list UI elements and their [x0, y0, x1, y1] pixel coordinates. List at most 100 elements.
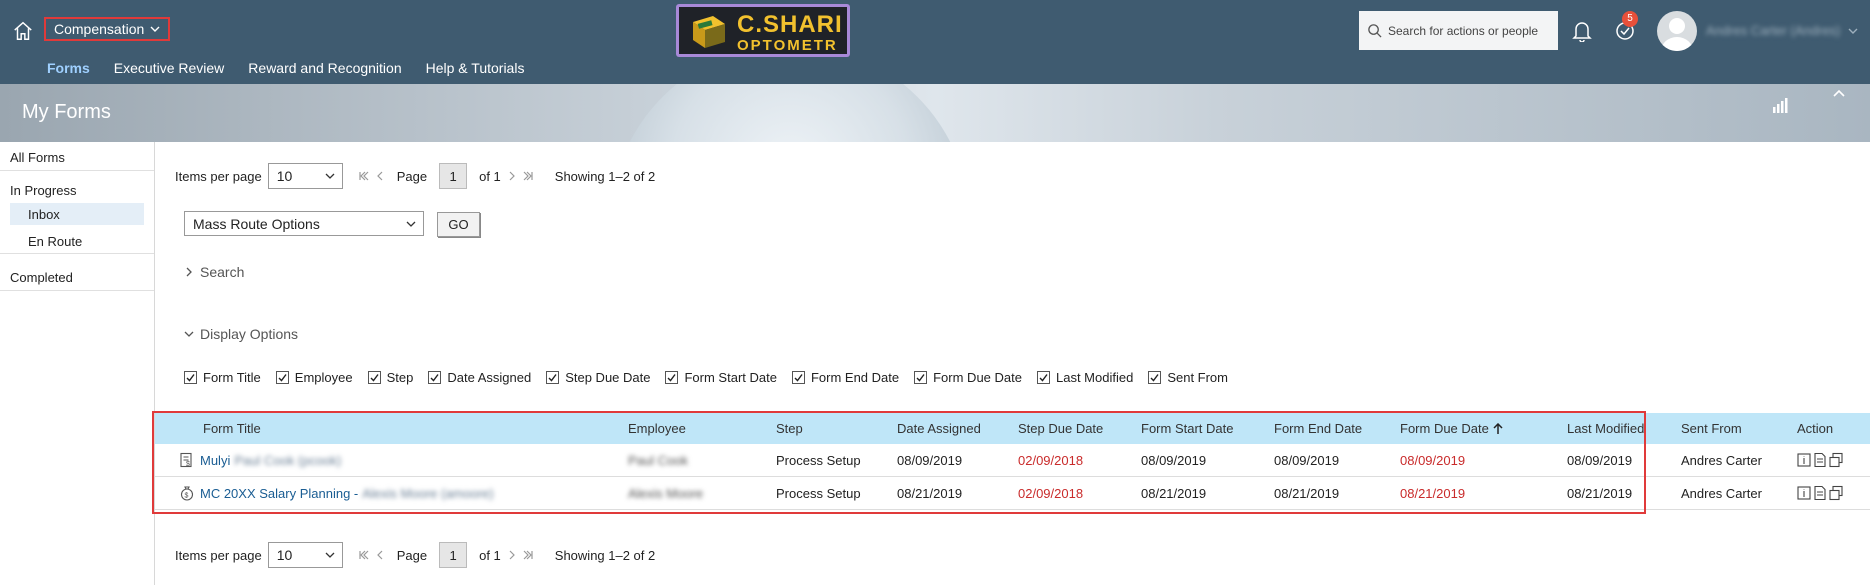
nav-help-tutorials[interactable]: Help & Tutorials — [426, 60, 525, 76]
copy-forms-icon[interactable] — [1829, 452, 1843, 468]
header-date-assigned[interactable]: Date Assigned — [897, 413, 981, 444]
checkbox-form-title[interactable]: Form Title — [184, 370, 261, 385]
sidebar-item-inbox[interactable]: Inbox — [28, 207, 60, 222]
checkbox-box[interactable] — [665, 371, 679, 384]
form-document-icon: $ — [180, 452, 192, 468]
next-page-icon[interactable] — [507, 550, 517, 560]
global-search-input[interactable]: Search for actions or people — [1359, 11, 1558, 50]
avatar[interactable] — [1657, 11, 1697, 51]
checkbox-label: Date Assigned — [447, 370, 532, 385]
display-options-checkboxes: Form Title Employee Step Date Assigned S… — [184, 370, 1243, 385]
banner-globe-graphic — [610, 84, 970, 142]
page-of-label: of 1 — [479, 547, 501, 563]
company-logo[interactable]: C.SHARI OPTOMETR — [676, 4, 850, 57]
checkbox-box[interactable] — [546, 371, 560, 384]
nav-reward-recognition[interactable]: Reward and Recognition — [248, 60, 401, 76]
form-title-link[interactable]: MC 20XX Salary Planning - — [200, 486, 358, 501]
info-icon[interactable] — [1797, 452, 1811, 468]
form-title-cell: $ Mulyi Paul Cook (pcook) — [179, 444, 341, 476]
mass-route-value: Mass Route Options — [193, 215, 320, 232]
sidebar-item-completed[interactable]: Completed — [10, 270, 73, 285]
chevron-up-icon[interactable] — [1832, 86, 1846, 100]
next-page-icon[interactable] — [507, 171, 517, 181]
form-start-date-cell: 08/21/2019 — [1141, 485, 1207, 501]
checkbox-box[interactable] — [791, 371, 805, 384]
checkbox-last-modified[interactable]: Last Modified — [1036, 370, 1133, 385]
mass-route-select[interactable]: Mass Route Options — [184, 211, 424, 236]
form-title-link[interactable]: Mulyi — [200, 453, 230, 468]
checkbox-form-due-date[interactable]: Form Due Date — [914, 370, 1022, 385]
checkbox-box[interactable] — [1148, 371, 1162, 384]
checkbox-employee[interactable]: Employee — [275, 370, 353, 385]
sent-from-cell: Andres Carter — [1681, 452, 1762, 468]
header-form-title[interactable]: Form Title — [203, 413, 261, 444]
sidebar-item-en-route[interactable]: En Route — [28, 234, 82, 249]
page-number-input[interactable]: 1 — [439, 542, 468, 568]
forms-table: Form Title Employee Step Date Assigned S… — [155, 413, 1870, 510]
page-navigation: Page 1 of 1 — [359, 163, 533, 189]
sidebar-item-in-progress[interactable]: In Progress — [10, 183, 76, 198]
checkbox-box[interactable] — [367, 371, 381, 384]
search-icon — [1368, 24, 1382, 38]
chevron-down-icon — [150, 26, 160, 32]
header-sent-from[interactable]: Sent From — [1681, 413, 1742, 444]
checkbox-label: Form Due Date — [933, 370, 1022, 385]
user-name[interactable]: Andres Carter (Andres) — [1706, 23, 1840, 38]
last-page-icon[interactable] — [523, 171, 533, 181]
header-form-end-date[interactable]: Form End Date — [1274, 413, 1362, 444]
copy-forms-icon[interactable] — [1829, 485, 1843, 501]
checkbox-box[interactable] — [275, 371, 289, 384]
first-page-icon[interactable] — [359, 550, 369, 560]
header-form-start-date[interactable]: Form Start Date — [1141, 413, 1233, 444]
nav-executive-review[interactable]: Executive Review — [114, 60, 225, 76]
checkbox-box[interactable] — [428, 371, 442, 384]
document-icon[interactable] — [1813, 452, 1827, 468]
header-step-due-date[interactable]: Step Due Date — [1018, 413, 1103, 444]
previous-page-icon[interactable] — [375, 550, 385, 560]
sort-ascending-icon[interactable] — [1493, 422, 1503, 435]
checkbox-box[interactable] — [184, 371, 197, 384]
checkbox-step-due-date[interactable]: Step Due Date — [546, 370, 650, 385]
items-per-page-select[interactable]: 10 — [267, 542, 343, 568]
header-step[interactable]: Step — [776, 413, 803, 444]
form-title-person-suffix[interactable]: Paul Cook (pcook) — [234, 453, 341, 468]
bar-chart-icon[interactable] — [1771, 96, 1789, 114]
search-toggle[interactable]: Search — [184, 264, 244, 280]
sidebar-item-all-forms[interactable]: All Forms — [10, 150, 65, 165]
checkbox-box[interactable] — [1036, 371, 1050, 384]
header-last-modified[interactable]: Last Modified — [1567, 413, 1644, 444]
page-number-input[interactable]: 1 — [439, 163, 468, 189]
showing-count: Showing 1–2 of 2 — [554, 547, 656, 563]
chevron-down-icon — [184, 331, 194, 337]
checkbox-date-assigned[interactable]: Date Assigned — [428, 370, 531, 385]
checkbox-form-end-date[interactable]: Form End Date — [791, 370, 899, 385]
checkmark-icon — [1039, 374, 1048, 382]
header-form-due-date-label: Form Due Date — [1400, 421, 1489, 436]
sidebar-divider — [0, 253, 154, 254]
checkbox-step[interactable]: Step — [367, 370, 413, 385]
home-icon[interactable] — [12, 20, 34, 42]
logo-text-line2: OPTOMETR — [737, 37, 838, 54]
todo-count-badge: 5 — [1622, 11, 1638, 27]
module-switcher-button[interactable]: Compensation — [44, 17, 171, 41]
bell-icon[interactable] — [1572, 20, 1592, 42]
chevron-down-icon — [325, 552, 335, 558]
chevron-down-icon — [406, 221, 416, 227]
checkbox-form-start-date[interactable]: Form Start Date — [665, 370, 777, 385]
display-options-toggle[interactable]: Display Options — [184, 326, 298, 342]
checkmark-icon — [430, 374, 439, 382]
info-icon[interactable] — [1797, 485, 1811, 501]
items-per-page-select[interactable]: 10 — [267, 163, 343, 189]
header-employee[interactable]: Employee — [628, 413, 686, 444]
form-title-person-suffix[interactable]: Alexis Moore (amoore) — [362, 486, 494, 501]
document-icon[interactable] — [1813, 485, 1827, 501]
checkbox-sent-from[interactable]: Sent From — [1148, 370, 1228, 385]
go-button[interactable]: GO — [437, 212, 480, 237]
checkbox-box[interactable] — [914, 371, 928, 384]
last-page-icon[interactable] — [523, 550, 533, 560]
chevron-down-icon[interactable] — [1848, 26, 1858, 36]
first-page-icon[interactable] — [359, 171, 369, 181]
header-form-due-date[interactable]: Form Due Date — [1400, 413, 1503, 444]
nav-forms[interactable]: Forms — [47, 60, 90, 76]
previous-page-icon[interactable] — [375, 171, 385, 181]
